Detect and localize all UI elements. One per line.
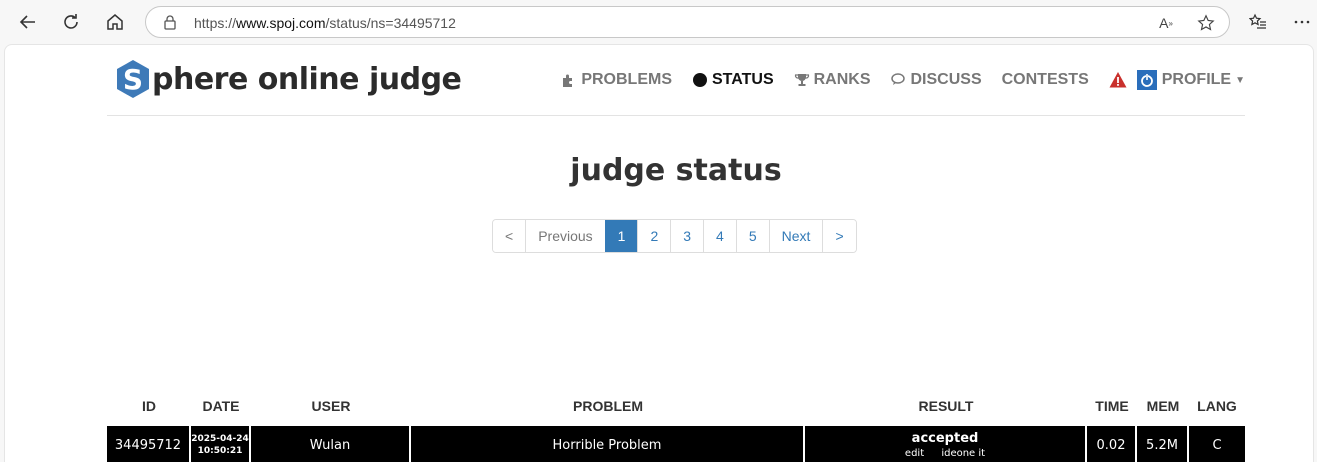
- profile-power-icon: [1136, 70, 1157, 90]
- menu-ranks[interactable]: RANKS: [794, 71, 871, 89]
- read-aloud-icon[interactable]: A»: [1156, 13, 1176, 33]
- cell-user[interactable]: Wulan: [251, 426, 409, 462]
- circle-icon: [692, 72, 708, 88]
- pagination-page[interactable]: 3: [670, 220, 704, 252]
- cell-problem[interactable]: Horrible Problem: [411, 426, 803, 462]
- cell-mem: 5.2M: [1137, 426, 1187, 462]
- cell-lang: C: [1189, 426, 1245, 462]
- home-button[interactable]: [101, 8, 129, 36]
- header-mem[interactable]: MEM: [1137, 398, 1189, 414]
- cell-time: 0.02: [1087, 426, 1135, 462]
- favorites-button[interactable]: [1244, 8, 1272, 36]
- site-logo[interactable]: S phere online judge: [115, 59, 462, 99]
- pagination-page[interactable]: 5: [735, 220, 769, 252]
- logo-text: phere online judge: [152, 61, 462, 97]
- favorite-star-icon[interactable]: [1196, 13, 1216, 33]
- pagination-previous[interactable]: Previous: [525, 220, 605, 252]
- more-menu-button[interactable]: [1288, 8, 1316, 36]
- menu-contests[interactable]: CONTESTS: [1002, 71, 1089, 89]
- pagination-next[interactable]: Next: [768, 220, 823, 252]
- lock-icon: [164, 15, 176, 30]
- caret-down-icon: ▼: [1235, 74, 1245, 86]
- more-dots-icon: [1294, 20, 1310, 24]
- pagination-page[interactable]: 4: [703, 220, 736, 252]
- page-title: judge status: [570, 153, 782, 188]
- menu-status[interactable]: STATUS: [692, 71, 774, 89]
- header-user: USER: [311, 398, 351, 414]
- pagination-page[interactable]: 2: [637, 220, 671, 252]
- comments-icon: [890, 72, 907, 88]
- menu-problems[interactable]: PROBLEMS: [561, 71, 672, 89]
- pagination-page[interactable]: 1: [604, 220, 638, 252]
- home-icon: [107, 14, 123, 30]
- warning-icon[interactable]: [1109, 71, 1127, 89]
- result-status: accepted: [911, 431, 979, 446]
- reload-button[interactable]: [57, 8, 85, 36]
- main-menu: PROBLEMS STATUS RANKS DISCUSS CONTESTS P…: [541, 69, 1245, 91]
- header-id[interactable]: ID: [107, 398, 191, 414]
- browser-toolbar: https://www.spoj.com/status/ns=34495712 …: [0, 0, 1317, 44]
- cell-result: accepted edit ideone it: [805, 426, 1085, 462]
- header-divider: [107, 115, 1245, 116]
- edit-link[interactable]: edit: [905, 448, 924, 459]
- address-bar[interactable]: https://www.spoj.com/status/ns=34495712 …: [145, 6, 1230, 38]
- header-problem: PROBLEM: [573, 398, 643, 414]
- cell-id: 34495712: [107, 426, 189, 462]
- ideone-link[interactable]: ideone it: [941, 448, 985, 459]
- pagination-last[interactable]: >: [822, 220, 856, 252]
- url-text[interactable]: https://www.spoj.com/status/ns=34495712: [194, 15, 456, 31]
- header-result: RESULT: [918, 398, 974, 414]
- trophy-icon: [794, 72, 810, 88]
- logo-hexagon-icon: S: [115, 59, 151, 99]
- arrow-left-icon: [19, 15, 35, 29]
- menu-profile[interactable]: PROFILE ▼: [1136, 70, 1245, 90]
- cell-date: 2025-04-24 10:50:21: [191, 426, 249, 462]
- table-header: ID DATE USER PROBLEM RESULT TIME MEM LAN…: [107, 386, 1245, 426]
- page-container: S phere online judge PROBLEMS STATUS RAN…: [107, 45, 1245, 462]
- page-viewport: S phere online judge PROBLEMS STATUS RAN…: [4, 44, 1314, 462]
- reload-icon: [64, 14, 78, 29]
- puzzle-icon: [561, 72, 577, 88]
- favorites-list-icon: [1249, 13, 1266, 29]
- header-lang: LANG: [1197, 398, 1237, 414]
- table-row: 34495712 2025-04-24 10:50:21 Wulan Horri…: [107, 426, 1245, 462]
- header-time[interactable]: TIME: [1087, 398, 1137, 414]
- pagination: < Previous 1 2 3 4 5 Next >: [492, 219, 857, 253]
- menu-discuss[interactable]: DISCUSS: [890, 71, 982, 89]
- pagination-first[interactable]: <: [493, 220, 526, 252]
- back-button[interactable]: [14, 8, 42, 36]
- header-date: DATE: [202, 398, 240, 414]
